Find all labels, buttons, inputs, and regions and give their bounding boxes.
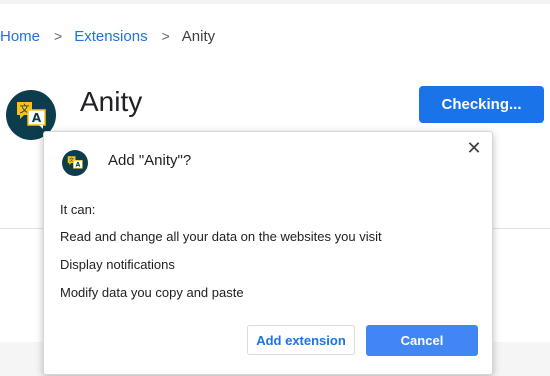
breadcrumb-extensions-link[interactable]: Extensions xyxy=(74,28,147,45)
permission-item: Display notifications xyxy=(60,257,175,272)
breadcrumb-current: Anity xyxy=(181,27,216,45)
chevron-right-icon: > xyxy=(161,28,170,44)
extension-title: Anity xyxy=(80,86,143,117)
permission-item: Modify data you copy and paste xyxy=(60,285,244,300)
add-extension-button[interactable]: Add extension xyxy=(247,325,355,355)
breadcrumb: Home > Extensions > Anity xyxy=(0,26,215,46)
dialog-title: Add "Anity"? xyxy=(108,152,192,169)
chevron-right-icon: > xyxy=(54,28,63,44)
translate-icon: 文 A xyxy=(62,150,88,176)
permissions-label: It can: xyxy=(60,202,96,217)
svg-text:A: A xyxy=(75,162,80,169)
permission-item: Read and change all your data on the web… xyxy=(60,229,382,244)
checking-button[interactable]: Checking... xyxy=(419,86,544,123)
close-icon[interactable]: ✕ xyxy=(464,138,484,158)
add-extension-dialog: 文 A Add "Anity"? ✕ It can: Read and chan… xyxy=(43,131,493,375)
svg-text:A: A xyxy=(32,111,42,125)
breadcrumb-home-link[interactable]: Home xyxy=(0,28,40,45)
top-bar xyxy=(0,0,550,4)
cancel-button[interactable]: Cancel xyxy=(366,325,478,356)
